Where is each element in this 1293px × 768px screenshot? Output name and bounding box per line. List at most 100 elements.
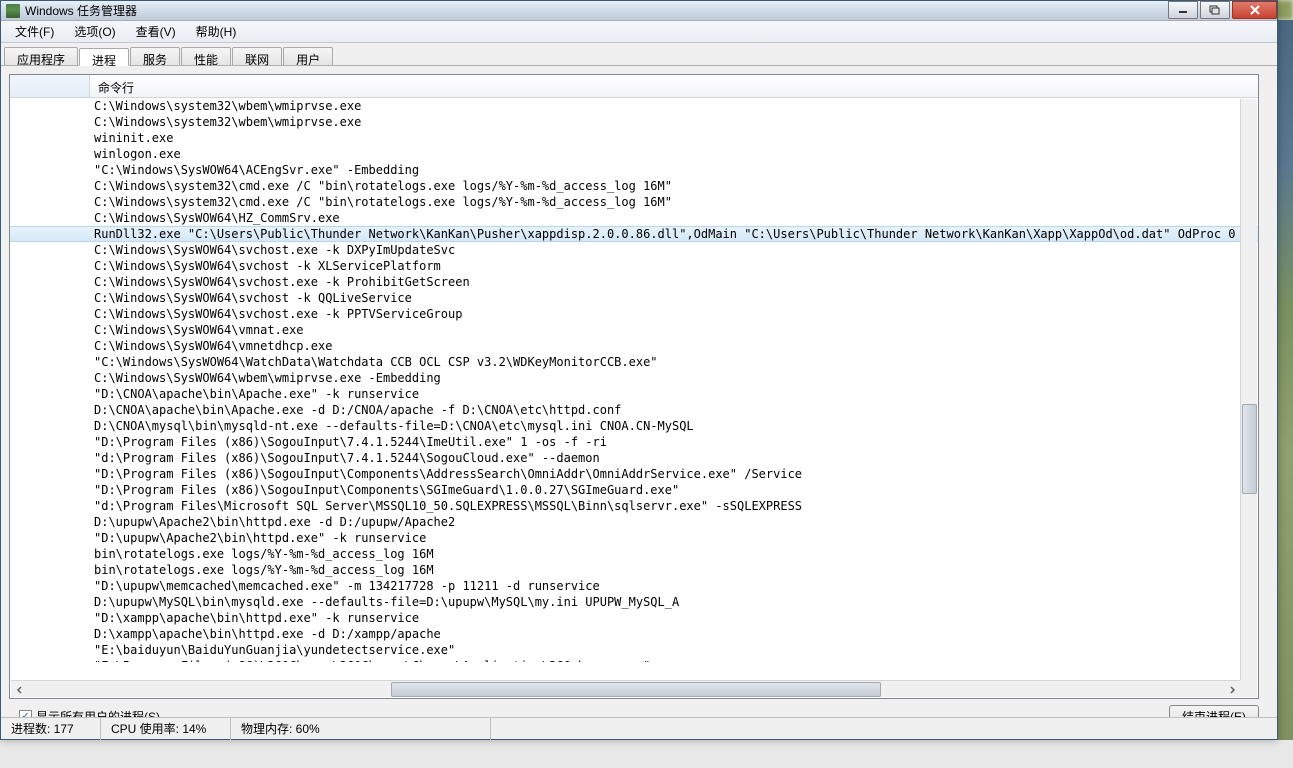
scroll-left-icon[interactable]: [11, 681, 28, 698]
commandline-text: C:\Windows\system32\cmd.exe /C "bin\rota…: [90, 178, 672, 194]
commandline-text: "d:\Program Files\Microsoft SQL Server\M…: [90, 498, 802, 514]
commandline-text: C:\Windows\SysWOW64\svchost.exe -k PPTVS…: [90, 306, 462, 322]
commandline-text: wininit.exe: [90, 130, 173, 146]
table-row[interactable]: C:\Windows\SysWOW64\svchost -k QQLiveSer…: [10, 290, 1258, 306]
tab-processes[interactable]: 进程: [79, 48, 129, 66]
table-row[interactable]: "D:\Program Files (x86)\SogouInput\Compo…: [10, 466, 1258, 482]
commandline-text: C:\Windows\SysWOW64\svchost.exe -k DXPyI…: [90, 242, 455, 258]
table-row[interactable]: D:\CNOA\apache\bin\Apache.exe -d D:/CNOA…: [10, 402, 1258, 418]
titlebar[interactable]: Windows 任务管理器: [1, 1, 1277, 21]
commandline-text: "E:\baiduyun\BaiduYunGuanjia\yundetectse…: [90, 642, 455, 658]
horizontal-scrollbar[interactable]: [11, 680, 1240, 697]
commandline-text: "D:\Program Files (x86)\SogouInput\7.4.1…: [90, 434, 607, 450]
menu-file[interactable]: 文件(F): [5, 21, 64, 42]
commandline-text: C:\Windows\SysWOW64\svchost -k XLService…: [90, 258, 441, 274]
table-row[interactable]: "d:\Program Files (x86)\SogouInput\7.4.1…: [10, 450, 1258, 466]
table-row[interactable]: "D:\upupw\Apache2\bin\httpd.exe" -k runs…: [10, 530, 1258, 546]
statusbar: 进程数: 177 CPU 使用率: 14% 物理内存: 60%: [1, 717, 1277, 739]
commandline-text: D:\xampp\apache\bin\httpd.exe -d D:/xamp…: [90, 626, 441, 642]
table-row[interactable]: "D:\xampp\apache\bin\httpd.exe" -k runse…: [10, 610, 1258, 626]
task-manager-window: Windows 任务管理器 文件(F) 选项(O) 查看(V) 帮助(H) 应用…: [0, 0, 1278, 740]
table-row[interactable]: "C:\Windows\SysWOW64\WatchData\Watchdata…: [10, 354, 1258, 370]
tab-performance[interactable]: 性能: [181, 47, 231, 65]
table-row[interactable]: C:\Windows\SysWOW64\vmnetdhcp.exe: [10, 338, 1258, 354]
table-row[interactable]: bin\rotatelogs.exe logs/%Y-%m-%d_access_…: [10, 546, 1258, 562]
menubar: 文件(F) 选项(O) 查看(V) 帮助(H): [1, 21, 1277, 43]
table-row[interactable]: "E:\baiduyun\BaiduYunGuanjia\yundetectse…: [10, 642, 1258, 658]
table-row[interactable]: C:\Windows\SysWOW64\svchost.exe -k DXPyI…: [10, 242, 1258, 258]
commandline-text: "C:\Windows\SysWOW64\ACEngSvr.exe" -Embe…: [90, 162, 419, 178]
list-header: 命令行: [10, 75, 1258, 98]
tab-users[interactable]: 用户: [283, 47, 333, 65]
table-row[interactable]: D:\xampp\apache\bin\httpd.exe -d D:/xamp…: [10, 626, 1258, 642]
table-row[interactable]: C:\Windows\SysWOW64\svchost.exe -k PPTVS…: [10, 306, 1258, 322]
commandline-text: C:\Windows\SysWOW64\wbem\wmiprvse.exe -E…: [90, 370, 441, 386]
content-area: 命令行 C:\Windows\system32\wbem\wmiprvse.ex…: [1, 66, 1277, 716]
maximize-button[interactable]: [1200, 1, 1230, 19]
commandline-text: D:\upupw\MySQL\bin\mysqld.exe --defaults…: [90, 594, 679, 610]
close-button[interactable]: [1232, 1, 1277, 19]
table-row[interactable]: "D:\CNOA\apache\bin\Apache.exe" -k runse…: [10, 386, 1258, 402]
commandline-text: C:\Windows\SysWOW64\vmnetdhcp.exe: [90, 338, 332, 354]
table-row[interactable]: "D:\upupw\memcached\memcached.exe" -m 13…: [10, 578, 1258, 594]
commandline-text: RunDll32.exe "C:\Users\Public\Thunder Ne…: [90, 227, 1236, 241]
commandline-text: C:\Windows\system32\wbem\wmiprvse.exe: [90, 98, 361, 114]
app-icon: [6, 4, 20, 18]
commandline-text: "D:\Program Files (x86)\SogouInput\Compo…: [90, 482, 679, 498]
tab-services[interactable]: 服务: [130, 47, 180, 65]
table-row[interactable]: "C:\Windows\SysWOW64\ACEngSvr.exe" -Embe…: [10, 162, 1258, 178]
menu-help[interactable]: 帮助(H): [186, 21, 247, 42]
table-row[interactable]: "E:\Program Files (x86)\360Chrome\360Chr…: [10, 658, 1258, 662]
table-row[interactable]: D:\CNOA\mysql\bin\mysqld-nt.exe --defaul…: [10, 418, 1258, 434]
minimize-button[interactable]: [1168, 1, 1198, 19]
commandline-text: bin\rotatelogs.exe logs/%Y-%m-%d_access_…: [90, 546, 434, 562]
commandline-text: "D:\Program Files (x86)\SogouInput\Compo…: [90, 466, 802, 482]
list-body[interactable]: C:\Windows\system32\wbem\wmiprvse.exeC:\…: [10, 98, 1258, 662]
table-row[interactable]: "D:\Program Files (x86)\SogouInput\Compo…: [10, 482, 1258, 498]
menu-view[interactable]: 查看(V): [126, 21, 186, 42]
commandline-text: C:\Windows\SysWOW64\vmnat.exe: [90, 322, 304, 338]
table-row[interactable]: wininit.exe: [10, 130, 1258, 146]
table-row[interactable]: C:\Windows\system32\cmd.exe /C "bin\rota…: [10, 194, 1258, 210]
scroll-corner: [1240, 680, 1257, 697]
table-row[interactable]: "D:\Program Files (x86)\SogouInput\7.4.1…: [10, 434, 1258, 450]
horizontal-scroll-thumb[interactable]: [391, 682, 881, 697]
vertical-scrollbar[interactable]: [1240, 99, 1257, 680]
table-row[interactable]: C:\Windows\SysWOW64\HZ_CommSrv.exe: [10, 210, 1258, 226]
commandline-text: "E:\Program Files (x86)\360Chrome\360Chr…: [90, 658, 650, 662]
commandline-text: D:\CNOA\mysql\bin\mysqld-nt.exe --defaul…: [90, 418, 694, 434]
status-memory: 物理内存: 60%: [231, 718, 491, 740]
commandline-text: "d:\Program Files (x86)\SogouInput\7.4.1…: [90, 450, 600, 466]
tabbar: 应用程序 进程 服务 性能 联网 用户: [1, 43, 1277, 66]
table-row[interactable]: C:\Windows\SysWOW64\vmnat.exe: [10, 322, 1258, 338]
commandline-text: "D:\xampp\apache\bin\httpd.exe" -k runse…: [90, 610, 419, 626]
table-row[interactable]: D:\upupw\MySQL\bin\mysqld.exe --defaults…: [10, 594, 1258, 610]
commandline-text: C:\Windows\SysWOW64\svchost.exe -k Prohi…: [90, 274, 470, 290]
menu-options[interactable]: 选项(O): [64, 21, 125, 42]
table-row[interactable]: C:\Windows\system32\wbem\wmiprvse.exe: [10, 114, 1258, 130]
commandline-text: "D:\CNOA\apache\bin\Apache.exe" -k runse…: [90, 386, 419, 402]
table-row[interactable]: C:\Windows\system32\wbem\wmiprvse.exe: [10, 98, 1258, 114]
table-row[interactable]: RunDll32.exe "C:\Users\Public\Thunder Ne…: [10, 226, 1258, 242]
table-row[interactable]: C:\Windows\SysWOW64\svchost.exe -k Prohi…: [10, 274, 1258, 290]
commandline-text: bin\rotatelogs.exe logs/%Y-%m-%d_access_…: [90, 562, 434, 578]
vertical-scroll-thumb[interactable]: [1242, 404, 1257, 494]
table-row[interactable]: C:\Windows\SysWOW64\svchost -k XLService…: [10, 258, 1258, 274]
status-processes: 进程数: 177: [1, 718, 101, 740]
table-row[interactable]: C:\Windows\SysWOW64\wbem\wmiprvse.exe -E…: [10, 370, 1258, 386]
commandline-text: D:\CNOA\apache\bin\Apache.exe -d D:/CNOA…: [90, 402, 621, 418]
tab-applications[interactable]: 应用程序: [4, 47, 78, 65]
table-row[interactable]: bin\rotatelogs.exe logs/%Y-%m-%d_access_…: [10, 562, 1258, 578]
commandline-text: C:\Windows\SysWOW64\svchost -k QQLiveSer…: [90, 290, 412, 306]
commandline-text: "D:\upupw\Apache2\bin\httpd.exe" -k runs…: [90, 530, 426, 546]
table-row[interactable]: D:\upupw\Apache2\bin\httpd.exe -d D:/upu…: [10, 514, 1258, 530]
table-row[interactable]: winlogon.exe: [10, 146, 1258, 162]
column-commandline[interactable]: 命令行: [90, 75, 1258, 97]
scroll-right-icon[interactable]: [1223, 681, 1240, 698]
column-spacer[interactable]: [10, 75, 90, 97]
commandline-text: "C:\Windows\SysWOW64\WatchData\Watchdata…: [90, 354, 658, 370]
tab-networking[interactable]: 联网: [232, 47, 282, 65]
table-row[interactable]: C:\Windows\system32\cmd.exe /C "bin\rota…: [10, 178, 1258, 194]
status-cpu: CPU 使用率: 14%: [101, 718, 231, 740]
table-row[interactable]: "d:\Program Files\Microsoft SQL Server\M…: [10, 498, 1258, 514]
